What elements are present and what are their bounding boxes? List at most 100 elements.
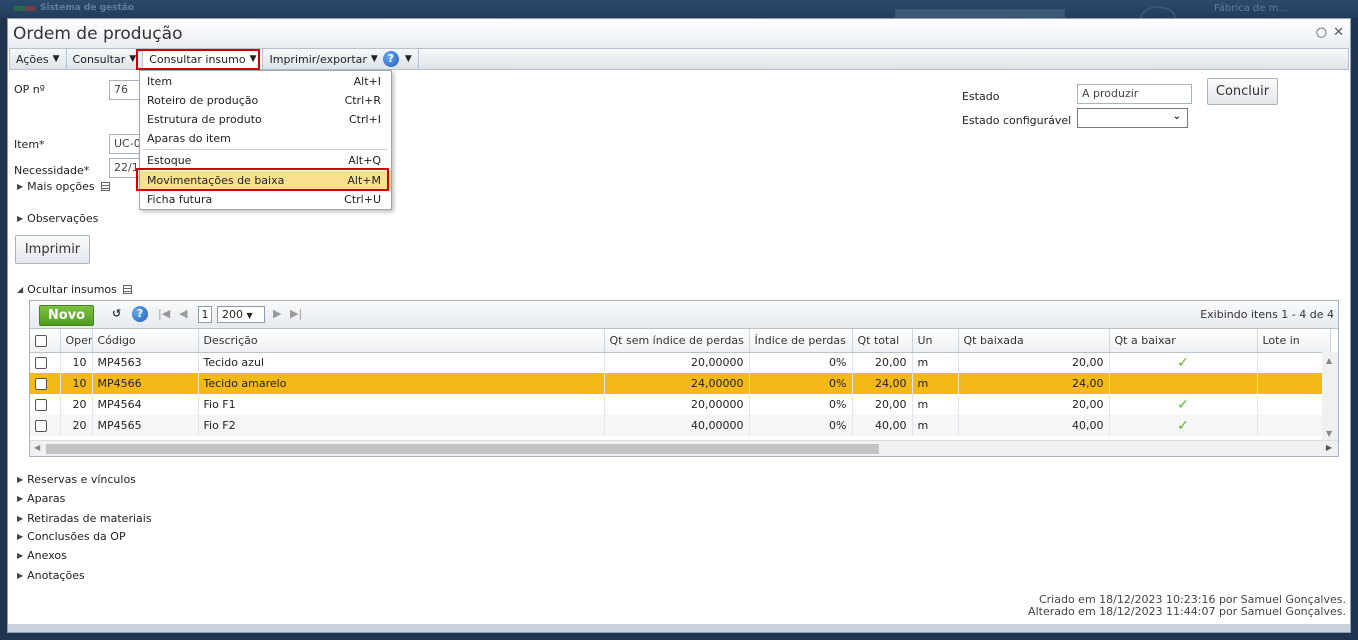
grid-items-count: Exibindo itens 1 - 4 de 4 — [1200, 308, 1334, 321]
window-controls: ○ ✕ — [1310, 25, 1344, 40]
table-row[interactable]: 10 MP4566 Tecido amarelo 24,00000 0% 24,… — [30, 373, 1331, 394]
cell-lote — [1257, 415, 1331, 436]
menu-consultar-insumo[interactable]: Consultar insumo ▼ — [143, 49, 264, 69]
cell-qt-baixada: 20,00 — [958, 352, 1110, 373]
mais-opcoes-label: Mais opções — [27, 180, 95, 193]
mais-opcoes-toggle[interactable]: ▶ Mais opções — [17, 180, 110, 193]
first-page-icon[interactable]: |◀ — [158, 307, 170, 320]
page-number-input[interactable]: 1 — [198, 306, 212, 323]
cell-codigo: MP4565 — [92, 415, 199, 436]
header-qt-sem-indice[interactable]: Qt sem índice de perdas — [604, 329, 750, 353]
row-checkbox-cell[interactable] — [30, 352, 61, 373]
menu-consultar[interactable]: Consultar ▼ — [67, 49, 144, 69]
cell-descricao: Tecido azul — [198, 352, 605, 373]
grid-horizontal-scrollbar[interactable]: ◀ ▶ — [30, 440, 1338, 456]
prev-page-icon[interactable]: ◀ — [179, 307, 187, 320]
scroll-thumb[interactable] — [46, 444, 879, 454]
section-aparas[interactable]: ▶ Aparas — [17, 492, 65, 505]
necessidade-label: Necessidade* — [14, 164, 90, 177]
dd-label: Estoque — [147, 154, 192, 167]
list-icon — [100, 182, 110, 191]
section-label: Retiradas de materiais — [27, 512, 152, 525]
ocultar-insumos-toggle[interactable]: ◢ Ocultar insumos — [17, 283, 132, 296]
next-page-icon[interactable]: ▶ — [273, 307, 281, 320]
dd-item-item[interactable]: Item Alt+I — [140, 72, 391, 91]
check-icon: ✓ — [1109, 352, 1258, 373]
scroll-down-icon[interactable]: ▼ — [1326, 429, 1332, 438]
row-checkbox-cell[interactable] — [30, 394, 61, 415]
page-size-value: 200 — [222, 308, 243, 321]
header-oper[interactable]: Oper — [60, 329, 93, 353]
row-checkbox[interactable] — [35, 357, 47, 370]
table-row[interactable]: 10 MP4563 Tecido azul 20,00000 0% 20,00 … — [30, 352, 1331, 373]
chevron-down-icon: ⌄ — [1172, 111, 1181, 122]
page-size-select[interactable]: 200 ▼ — [217, 306, 265, 323]
section-retiradas[interactable]: ▶ Retiradas de materiais — [17, 512, 152, 525]
table-row[interactable]: 20 MP4564 Fio F1 20,00000 0% 20,00 m 20,… — [30, 394, 1331, 415]
cell-codigo: MP4564 — [92, 394, 199, 415]
check-icon — [1109, 373, 1258, 394]
scroll-up-icon[interactable]: ▲ — [1326, 356, 1332, 365]
ocultar-insumos-label: Ocultar insumos — [27, 283, 117, 296]
triangle-right-icon: ▶ — [17, 532, 24, 541]
row-checkbox[interactable] — [35, 399, 47, 411]
dd-label: Movimentações de baixa — [147, 174, 285, 187]
dd-shortcut: Ctrl+I — [348, 113, 381, 126]
chat-icon[interactable]: ○ — [1316, 25, 1327, 40]
header-qt-total[interactable]: Qt total — [852, 329, 913, 353]
select-all-checkbox[interactable] — [35, 334, 47, 347]
header-qt-a-baixar[interactable]: Qt a baixar — [1109, 329, 1258, 353]
section-reservas[interactable]: ▶ Reservas e vínculos — [17, 473, 136, 486]
dd-item-roteiro[interactable]: Roteiro de produção Ctrl+R — [140, 91, 391, 110]
help-icon[interactable]: ? — [382, 51, 399, 67]
menu-acoes[interactable]: Ações ▼ — [10, 49, 67, 69]
dd-item-aparas[interactable]: Aparas do item — [140, 129, 391, 148]
last-page-icon[interactable]: ▶| — [290, 307, 302, 320]
dd-item-estrutura[interactable]: Estrutura de produto Ctrl+I — [140, 110, 391, 129]
cell-un: m — [912, 394, 959, 415]
refresh-icon[interactable]: ↺ — [112, 307, 121, 320]
estado-configuravel-select[interactable]: ⌄ — [1077, 108, 1188, 128]
header-un[interactable]: Un — [912, 329, 959, 353]
menu-imprimir-exportar[interactable]: Imprimir/exportar ▼ ? ▼ — [263, 49, 419, 69]
dd-item-estoque[interactable]: Estoque Alt+Q — [140, 151, 391, 170]
concluir-button[interactable]: Concluir — [1207, 78, 1278, 105]
header-select-all[interactable] — [30, 329, 61, 353]
dd-item-ficha-futura[interactable]: Ficha futura Ctrl+U — [140, 190, 391, 209]
cell-indice: 0% — [749, 415, 853, 436]
item-label: Item* — [14, 138, 45, 151]
section-anexos[interactable]: ▶ Anexos — [17, 549, 67, 562]
estado-label: Estado — [962, 90, 1000, 103]
grid-vertical-scrollbar[interactable]: ▲ ▼ — [1322, 352, 1338, 442]
estado-configuravel-label: Estado configurável — [962, 114, 1072, 127]
row-checkbox-cell[interactable] — [30, 415, 61, 436]
cell-qt-total: 20,00 — [852, 394, 913, 415]
menu-imprimir-exportar-label: Imprimir/exportar — [269, 52, 367, 66]
row-checkbox[interactable] — [35, 378, 47, 390]
table-row[interactable]: 20 MP4565 Fio F2 40,00000 0% 40,00 m 40,… — [30, 415, 1331, 436]
help-icon[interactable]: ? — [132, 306, 148, 322]
cell-qt-sem: 40,00000 — [604, 415, 750, 436]
window-title: Ordem de produção — [13, 24, 183, 44]
observacoes-toggle[interactable]: ▶ Observações — [17, 212, 98, 225]
check-icon: ✓ — [1109, 415, 1258, 436]
imprimir-button[interactable]: Imprimir — [15, 235, 90, 264]
row-checkbox-cell[interactable] — [30, 373, 61, 394]
novo-button[interactable]: Novo — [39, 305, 94, 326]
section-conclusoes[interactable]: ▶ Conclusões da OP — [17, 530, 126, 543]
header-qt-baixada[interactable]: Qt baixada — [958, 329, 1110, 353]
scroll-right-icon[interactable]: ▶ — [1326, 443, 1332, 452]
header-codigo[interactable]: Código — [92, 329, 199, 353]
close-icon[interactable]: ✕ — [1333, 25, 1344, 40]
section-anotacoes[interactable]: ▶ Anotações — [17, 569, 85, 582]
header-lote[interactable]: Lote in — [1257, 329, 1331, 353]
app-name: Sistema de gestão — [40, 3, 135, 13]
dd-item-movimentacoes-baixa[interactable]: Movimentações de baixa Alt+M — [140, 171, 391, 190]
header-indice-perdas[interactable]: Índice de perdas — [749, 329, 853, 353]
insumos-table: Oper Código Descrição Qt sem índice de p… — [30, 329, 1331, 436]
cell-indice: 0% — [749, 394, 853, 415]
scroll-left-icon[interactable]: ◀ — [34, 443, 40, 452]
row-checkbox[interactable] — [35, 420, 47, 432]
header-descricao[interactable]: Descrição — [198, 329, 605, 353]
dd-shortcut: Alt+M — [347, 174, 381, 187]
